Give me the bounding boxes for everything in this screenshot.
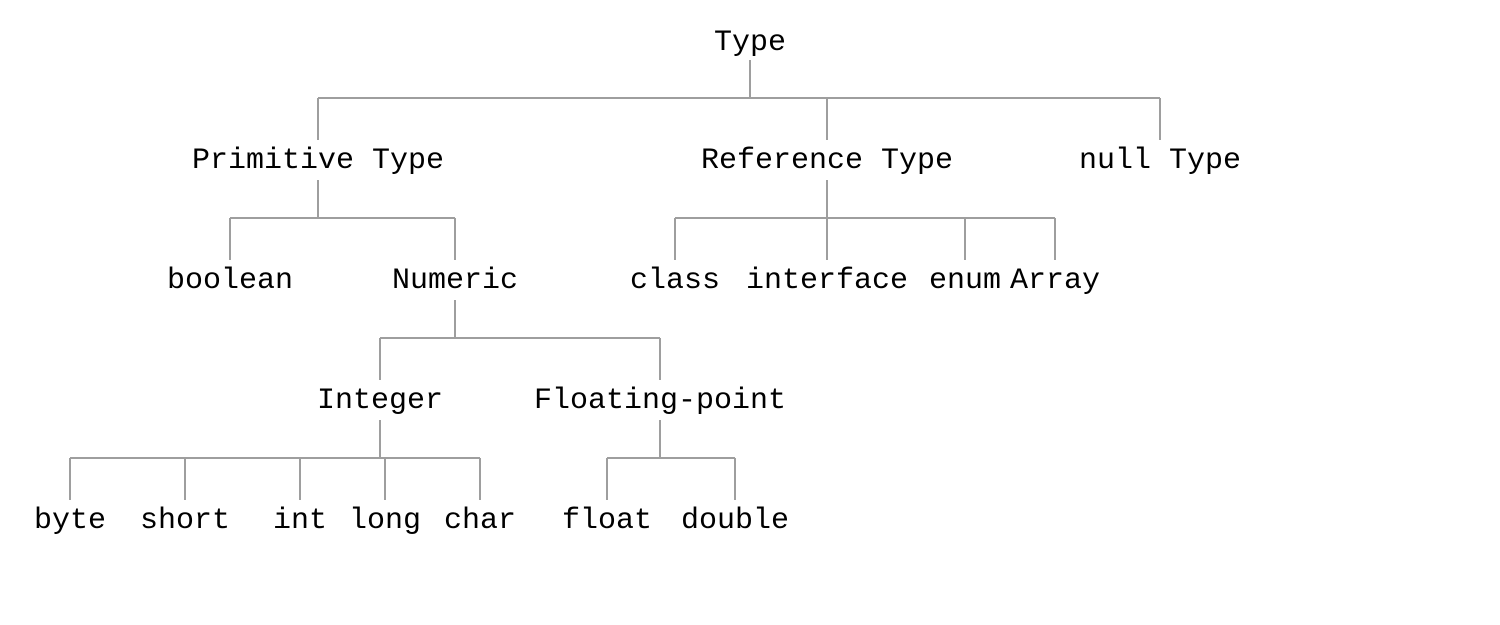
node-int: int (273, 504, 327, 538)
node-short: short (140, 504, 230, 538)
node-float: float (562, 504, 652, 538)
node-type: Type (714, 26, 786, 60)
node-double: double (681, 504, 789, 538)
node-long: long (349, 504, 421, 538)
node-interface: interface (746, 264, 908, 298)
node-null-type: null Type (1079, 144, 1241, 178)
node-char: char (444, 504, 516, 538)
node-enum: enum (929, 264, 1001, 298)
node-reference-type: Reference Type (701, 144, 953, 178)
node-byte: byte (34, 504, 106, 538)
type-tree-diagram: Type Primitive Type Reference Type null … (0, 0, 1500, 625)
node-class: class (630, 264, 720, 298)
node-floating-point: Floating-point (534, 384, 786, 418)
node-numeric: Numeric (392, 264, 518, 298)
node-integer: Integer (317, 384, 443, 418)
node-boolean: boolean (167, 264, 293, 298)
node-array: Array (1010, 264, 1100, 298)
node-primitive-type: Primitive Type (192, 144, 444, 178)
